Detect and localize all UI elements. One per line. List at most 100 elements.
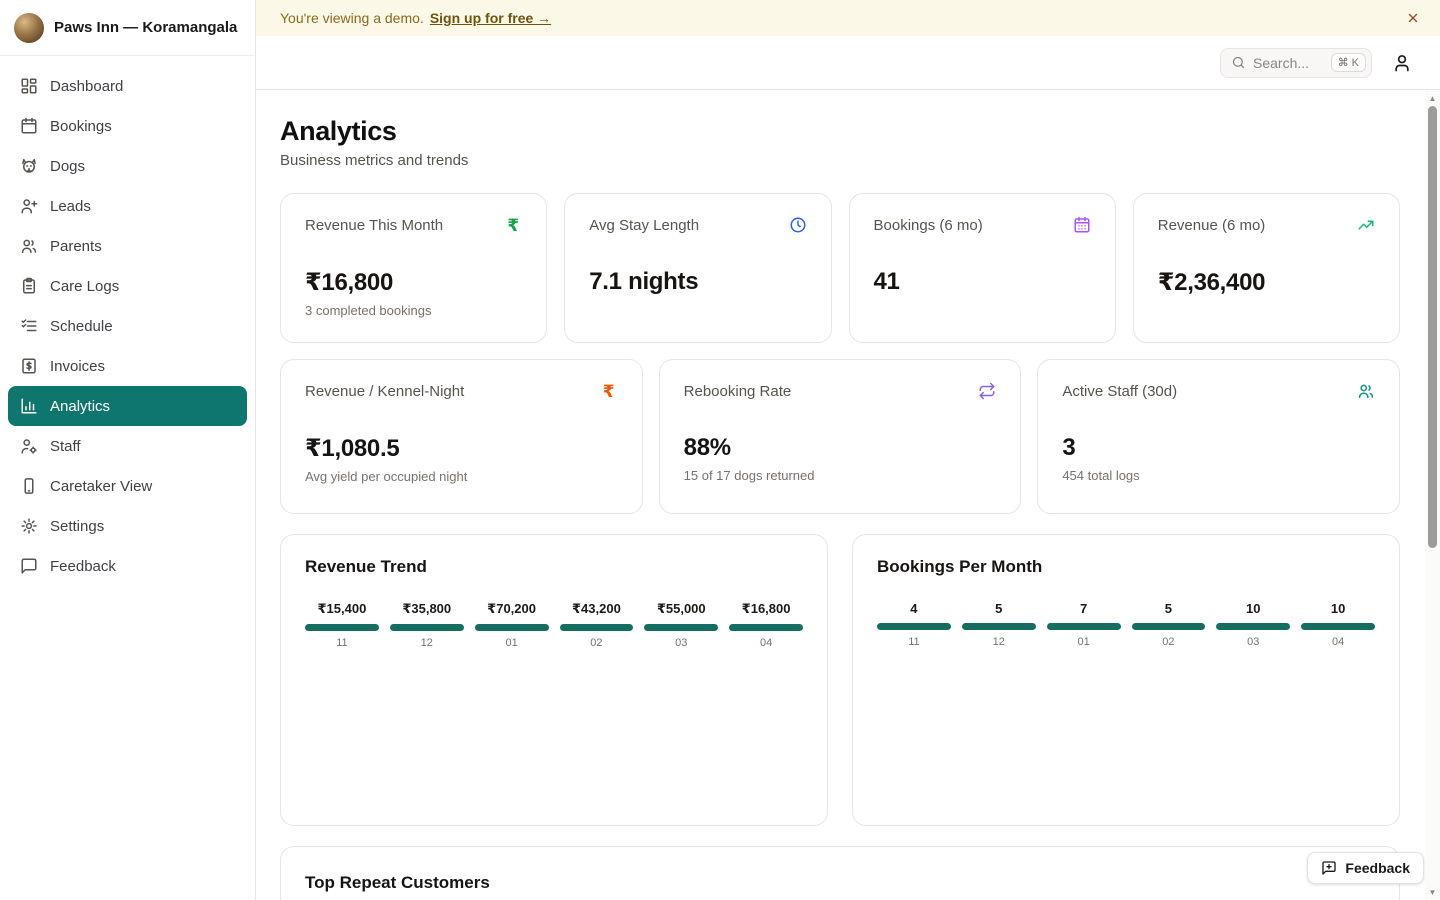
stats-row-1: Revenue This Month ₹ ₹16,800 3 completed… — [280, 193, 1400, 343]
stat-sub: 3 completed bookings — [305, 303, 522, 318]
stat-label: Revenue (6 mo) — [1158, 217, 1266, 234]
clipboard-icon — [20, 277, 38, 295]
stat-sub — [589, 302, 806, 317]
search-box[interactable]: ⌘ K — [1220, 48, 1372, 78]
revenue-trend-chart: Revenue Trend ₹15,400 11 ₹35,800 12 ₹70,… — [280, 534, 828, 826]
topbar: ⌘ K — [256, 36, 1440, 90]
chart-column: ₹35,800 12 — [390, 601, 464, 649]
signup-link[interactable]: Sign up for free → — [430, 10, 551, 26]
chart-columns: ₹15,400 11 ₹35,800 12 ₹70,200 01 — [305, 601, 803, 649]
stat-card-revenue-kennel-night: Revenue / Kennel-Night ₹ ₹1,080.5 Avg yi… — [280, 359, 643, 514]
feedback-button[interactable]: Feedback — [1307, 852, 1424, 884]
chart-column: ₹55,000 03 — [644, 601, 718, 649]
demo-banner-text: You're viewing a demo. — [280, 10, 424, 26]
stat-label: Active Staff (30d) — [1062, 383, 1177, 400]
chart-category-label: 03 — [675, 637, 687, 649]
chart-category-label: 12 — [993, 636, 1005, 648]
sidebar-item-settings[interactable]: Settings — [8, 506, 247, 546]
chart-category-label: 04 — [1332, 636, 1344, 648]
chart-bar — [475, 624, 549, 631]
chart-value-label: ₹16,800 — [742, 601, 791, 617]
sidebar-item-staff[interactable]: Staff — [8, 426, 247, 466]
sidebar-item-schedule[interactable]: Schedule — [8, 306, 247, 346]
chart-column: 10 04 — [1301, 601, 1375, 648]
sidebar-item-label: Invoices — [50, 358, 105, 375]
chart-column: ₹43,200 02 — [560, 601, 634, 649]
chart-bar — [1132, 623, 1206, 630]
user-icon — [1392, 53, 1412, 73]
chart-value-label: ₹43,200 — [572, 601, 621, 617]
sidebar-item-label: Dashboard — [50, 78, 123, 95]
chart-column: 7 01 — [1047, 601, 1121, 648]
content-area: Analytics Business metrics and trends Re… — [256, 90, 1440, 900]
charts-row: Revenue Trend ₹15,400 11 ₹35,800 12 ₹70,… — [280, 534, 1400, 826]
calendar-icon — [1073, 216, 1091, 234]
calendar-icon — [20, 117, 38, 135]
bookings-per-month-chart: Bookings Per Month 4 11 5 12 7 — [852, 534, 1400, 826]
chart-category-label: 11 — [336, 637, 347, 649]
chart-category-label: 03 — [1247, 636, 1259, 648]
chart-column: 10 03 — [1216, 601, 1290, 648]
chart-bar — [644, 624, 718, 631]
chart-category-label: 11 — [908, 636, 919, 648]
sidebar-item-analytics[interactable]: Analytics — [8, 386, 247, 426]
stat-label: Avg Stay Length — [589, 217, 699, 234]
chart-bar — [962, 623, 1036, 630]
scroll-down-arrow[interactable]: ▼ — [1425, 886, 1440, 898]
sidebar-item-care-logs[interactable]: Care Logs — [8, 266, 247, 306]
banner-close-button[interactable] — [1403, 8, 1423, 28]
sidebar-item-label: Settings — [50, 518, 104, 535]
sidebar-item-label: Bookings — [50, 118, 112, 135]
top-repeat-customers-card: Top Repeat Customers — [280, 846, 1400, 900]
dog-icon — [20, 157, 38, 175]
chart-value-label: ₹15,400 — [318, 601, 367, 617]
search-input[interactable] — [1253, 55, 1324, 71]
stat-value: ₹2,36,400 — [1158, 268, 1375, 297]
sidebar-item-leads[interactable]: Leads — [8, 186, 247, 226]
smartphone-icon — [20, 477, 38, 495]
sidebar-nav: Dashboard Bookings Dogs Leads Parents — [0, 56, 255, 596]
chart-value-label: 5 — [995, 601, 1002, 616]
bar-chart-icon — [20, 397, 38, 415]
rupee-icon: ₹ — [600, 382, 618, 400]
user-gear-icon — [20, 437, 38, 455]
chart-column: 5 12 — [962, 601, 1036, 648]
sidebar-item-bookings[interactable]: Bookings — [8, 106, 247, 146]
chart-value-label: ₹55,000 — [657, 601, 706, 617]
close-icon — [1406, 11, 1420, 25]
user-menu-button[interactable] — [1390, 51, 1414, 75]
sidebar-item-label: Caretaker View — [50, 478, 152, 495]
chart-value-label: ₹70,200 — [487, 601, 536, 617]
sidebar-item-feedback[interactable]: Feedback — [8, 546, 247, 586]
chart-bar — [1047, 623, 1121, 630]
sidebar-item-parents[interactable]: Parents — [8, 226, 247, 266]
chart-column: 5 02 — [1132, 601, 1206, 648]
scrollbar-thumb[interactable] — [1428, 106, 1437, 548]
sidebar-item-caretaker-view[interactable]: Caretaker View — [8, 466, 247, 506]
stat-label: Revenue This Month — [305, 217, 443, 234]
chart-category-label: 12 — [421, 637, 433, 649]
message-icon — [20, 557, 38, 575]
chart-value-label: 5 — [1165, 601, 1172, 616]
sidebar: Paws Inn — Koramangala Dashboard Booking… — [0, 0, 256, 900]
chart-value-label: 4 — [910, 601, 917, 616]
stat-value: ₹16,800 — [305, 268, 522, 297]
stat-card-revenue-this-month: Revenue This Month ₹ ₹16,800 3 completed… — [280, 193, 547, 343]
sidebar-item-label: Staff — [50, 438, 81, 455]
stat-card-avg-stay-length: Avg Stay Length 7.1 nights — [564, 193, 831, 343]
chart-column: ₹70,200 01 — [475, 601, 549, 649]
chart-title: Bookings Per Month — [877, 557, 1375, 577]
scroll-up-arrow[interactable]: ▲ — [1425, 92, 1440, 104]
chart-bar — [1216, 623, 1290, 630]
sidebar-item-label: Parents — [50, 238, 102, 255]
demo-banner: You're viewing a demo. Sign up for free … — [256, 0, 1440, 36]
sidebar-item-dashboard[interactable]: Dashboard — [8, 66, 247, 106]
stat-sub: 454 total logs — [1062, 468, 1375, 483]
chart-category-label: 01 — [1077, 636, 1089, 648]
search-icon — [1231, 55, 1246, 70]
sidebar-item-dogs[interactable]: Dogs — [8, 146, 247, 186]
sidebar-item-invoices[interactable]: Invoices — [8, 346, 247, 386]
dashboard-icon — [20, 77, 38, 95]
workspace-switcher[interactable]: Paws Inn — Koramangala — [0, 0, 255, 56]
sidebar-item-label: Care Logs — [50, 278, 119, 295]
